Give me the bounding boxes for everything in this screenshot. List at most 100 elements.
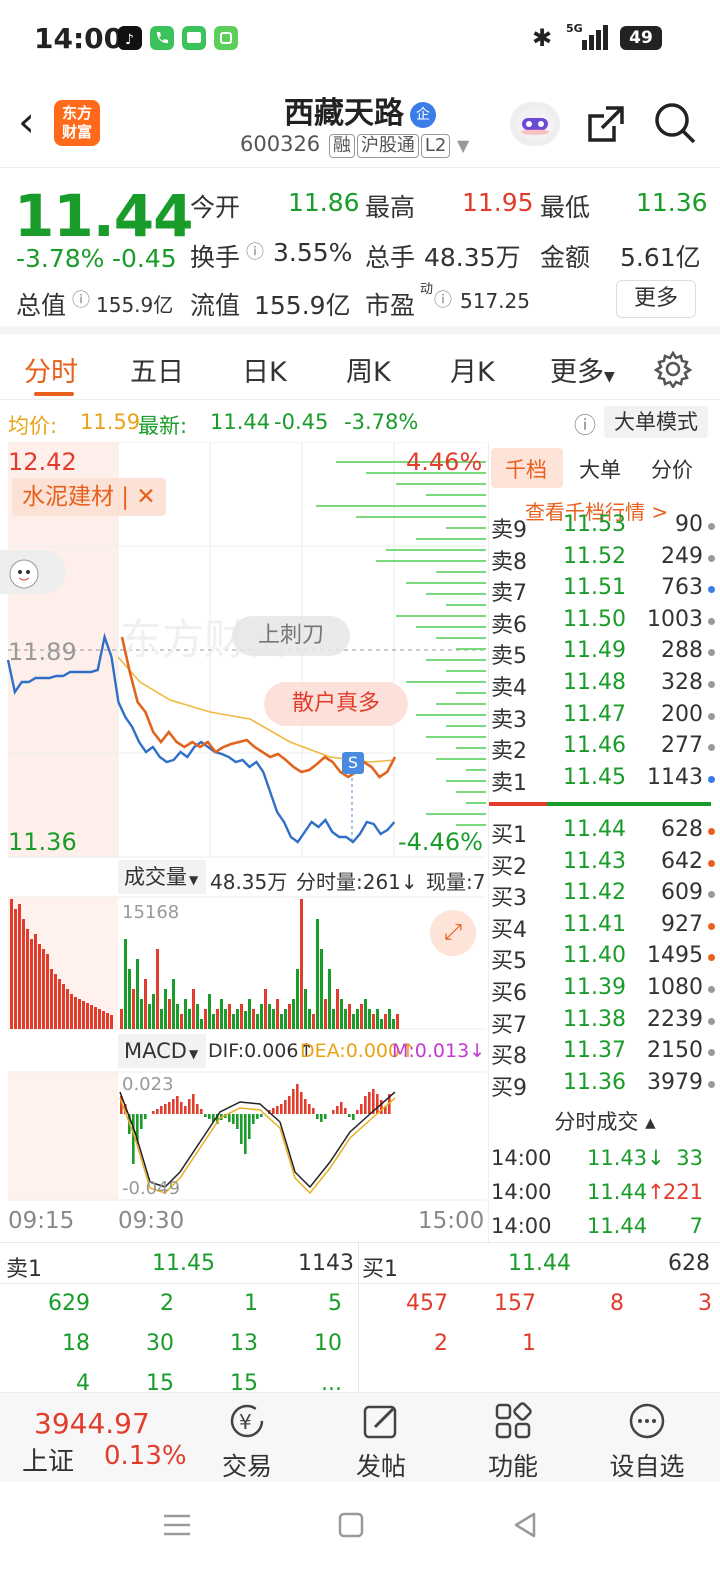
tab-monthly-k[interactable]: 月K xyxy=(450,350,495,389)
buy-level[interactable]: 买6 11.39 1080 xyxy=(491,975,715,1006)
help-icon[interactable]: ⓘ xyxy=(574,408,596,440)
sector-tag[interactable]: 水泥建材 | ✕ xyxy=(12,478,166,516)
buy-label: 买3 xyxy=(491,886,527,912)
volume-bar xyxy=(252,1009,255,1029)
index-name[interactable]: 上证 xyxy=(22,1441,74,1478)
share-icon[interactable] xyxy=(584,102,628,146)
book-tab-big[interactable]: 大单 xyxy=(579,454,621,484)
buy-price: 11.39 xyxy=(563,975,626,1000)
tab-weekly-k[interactable]: 周K xyxy=(346,350,391,389)
sell-level[interactable]: 卖9 11.53 90 xyxy=(491,512,715,543)
level-dot xyxy=(708,954,715,962)
volume-bar xyxy=(192,989,195,1029)
robot-avatar-icon[interactable] xyxy=(510,102,560,146)
volume-bar xyxy=(376,1009,379,1029)
index-value[interactable]: 3944.97 xyxy=(34,1407,150,1440)
sell-level[interactable]: 卖4 11.48 328 xyxy=(491,670,715,701)
sell-level[interactable]: 卖7 11.51 763 xyxy=(491,575,715,607)
back-nav-icon[interactable] xyxy=(510,1510,540,1540)
sell-level[interactable]: 卖3 11.47 200 xyxy=(491,702,715,733)
tab-daily-k[interactable]: 日K xyxy=(242,350,287,389)
tab-more[interactable]: 更多▼ xyxy=(550,350,615,389)
macd-bar xyxy=(156,1109,159,1114)
nav-trade[interactable]: ¥ 交易 xyxy=(192,1401,302,1483)
book-tab-full[interactable]: 千档 xyxy=(505,454,547,484)
big-order-mode-button[interactable]: 大单模式 xyxy=(604,406,708,438)
volume-selector[interactable]: 成交量 ▼ xyxy=(118,860,206,894)
volume-bar xyxy=(236,1009,239,1029)
nav-add-watchlist[interactable]: 设自选 xyxy=(592,1401,702,1483)
macd-bar xyxy=(284,1100,287,1114)
tag-level2: L2 xyxy=(420,134,451,158)
sell-level[interactable]: 卖5 11.49 288 xyxy=(491,638,715,669)
emoji-badge-icon[interactable] xyxy=(0,550,66,594)
pe-superscript: 动 xyxy=(420,282,434,297)
sell-level[interactable]: 卖8 11.52 249 xyxy=(491,544,715,575)
more-button[interactable]: 更多 xyxy=(616,280,696,318)
order-book: 千档 大单 分价 查看千档行情 > 卖9 11.53 90 卖8 11.52 249 卖7 1… xyxy=(488,442,720,1242)
chevron-down-icon: ▼ xyxy=(189,873,199,887)
volume-bar xyxy=(184,999,187,1029)
nav-functions[interactable]: 功能 xyxy=(458,1401,568,1483)
high-label: 最高 xyxy=(365,193,416,222)
prev-close-price: 11.89 xyxy=(8,638,77,666)
buy-level[interactable]: 买8 11.37 2150 xyxy=(491,1038,715,1069)
menu-icon[interactable] xyxy=(160,1510,194,1540)
trade-icon: ¥ xyxy=(230,1404,264,1438)
macd-selector[interactable]: MACD ▼ xyxy=(118,1034,206,1068)
macd-bar xyxy=(300,1092,303,1114)
intraday-chart[interactable]: 东方财富 12.42 11.89 11.36 4.46% -4.46% 水泥建材… xyxy=(0,441,488,1242)
home-icon[interactable] xyxy=(336,1510,366,1540)
buy-volume: 927 xyxy=(661,911,703,937)
sell-level[interactable]: 卖2 11.46 277 xyxy=(491,733,715,764)
sell-level[interactable]: 卖1 11.45 1143 xyxy=(491,765,715,796)
index-pct[interactable]: 0.13% xyxy=(104,1441,187,1471)
volume-bar xyxy=(332,1009,335,1029)
search-icon[interactable] xyxy=(652,100,698,146)
stock-code-row[interactable]: 600326 融沪股通 L2 ▼ xyxy=(240,132,469,158)
info-icon[interactable]: ⓘ xyxy=(246,238,264,264)
buy-level[interactable]: 买3 11.42 609 xyxy=(491,880,715,912)
level1-detail-panel: 卖1 11.45 1143 买1 11.44 628 629 2 1 5 18 30 13 1… xyxy=(0,1242,720,1396)
buy-volume: 1080 xyxy=(647,975,703,1000)
buy-level[interactable]: 买7 11.38 2239 xyxy=(491,1007,715,1038)
nav-post[interactable]: 发帖 xyxy=(326,1401,436,1483)
buy-label: 买5 xyxy=(491,949,527,975)
level-dot xyxy=(708,554,715,562)
dif-value: DIF:0.006↑ xyxy=(208,1040,315,1062)
tab-five-day[interactable]: 五日 xyxy=(130,350,184,389)
volume-bar xyxy=(360,1004,363,1029)
buy-level[interactable]: 买9 11.36 3979 xyxy=(491,1070,715,1101)
buy-level[interactable]: 买1 11.44 628 xyxy=(491,817,715,848)
sell-queue-cell: 10 xyxy=(314,1331,342,1356)
comment-bubble-2[interactable]: 散户真多 xyxy=(264,682,408,726)
info-icon[interactable]: ⓘ xyxy=(72,286,90,312)
sell-label: 卖7 xyxy=(491,581,527,607)
info-icon[interactable]: ⓘ xyxy=(434,286,452,312)
status-time: 14:00 xyxy=(34,22,124,55)
volume-bar xyxy=(284,1009,287,1029)
sell1-label: 卖1 xyxy=(6,1257,42,1282)
buy-level[interactable]: 买2 11.43 642 xyxy=(491,849,715,880)
volume-bar xyxy=(30,939,33,1029)
comment-bubble-1[interactable]: 上刺刀 xyxy=(232,616,350,656)
book-tab-price[interactable]: 分价 xyxy=(651,454,693,484)
gear-icon[interactable] xyxy=(654,350,692,388)
buy-level[interactable]: 买5 11.40 1495 xyxy=(491,943,715,975)
buy-label: 买4 xyxy=(491,917,527,943)
tab-intraday[interactable]: 分时 xyxy=(24,350,78,389)
sell-level[interactable]: 卖6 11.50 1003 xyxy=(491,607,715,638)
trades-title[interactable]: 分时成交 ▴ xyxy=(489,1106,720,1136)
buy1-price: 11.44 xyxy=(508,1251,571,1276)
macd-bar xyxy=(200,1109,203,1114)
expand-icon[interactable]: ⤢ xyxy=(430,910,476,956)
volume-label: 总手 xyxy=(365,243,416,272)
macd-bar xyxy=(180,1102,183,1114)
trade-marker[interactable]: S xyxy=(342,752,364,774)
buy-level[interactable]: 买4 11.41 927 xyxy=(491,911,715,943)
sell-price: 11.51 xyxy=(563,575,626,601)
svg-text:¥: ¥ xyxy=(239,1410,252,1434)
sell-queue-cell: 2 xyxy=(160,1291,174,1316)
time-start: 09:15 xyxy=(8,1208,75,1234)
sell-price: 11.49 xyxy=(563,638,626,664)
